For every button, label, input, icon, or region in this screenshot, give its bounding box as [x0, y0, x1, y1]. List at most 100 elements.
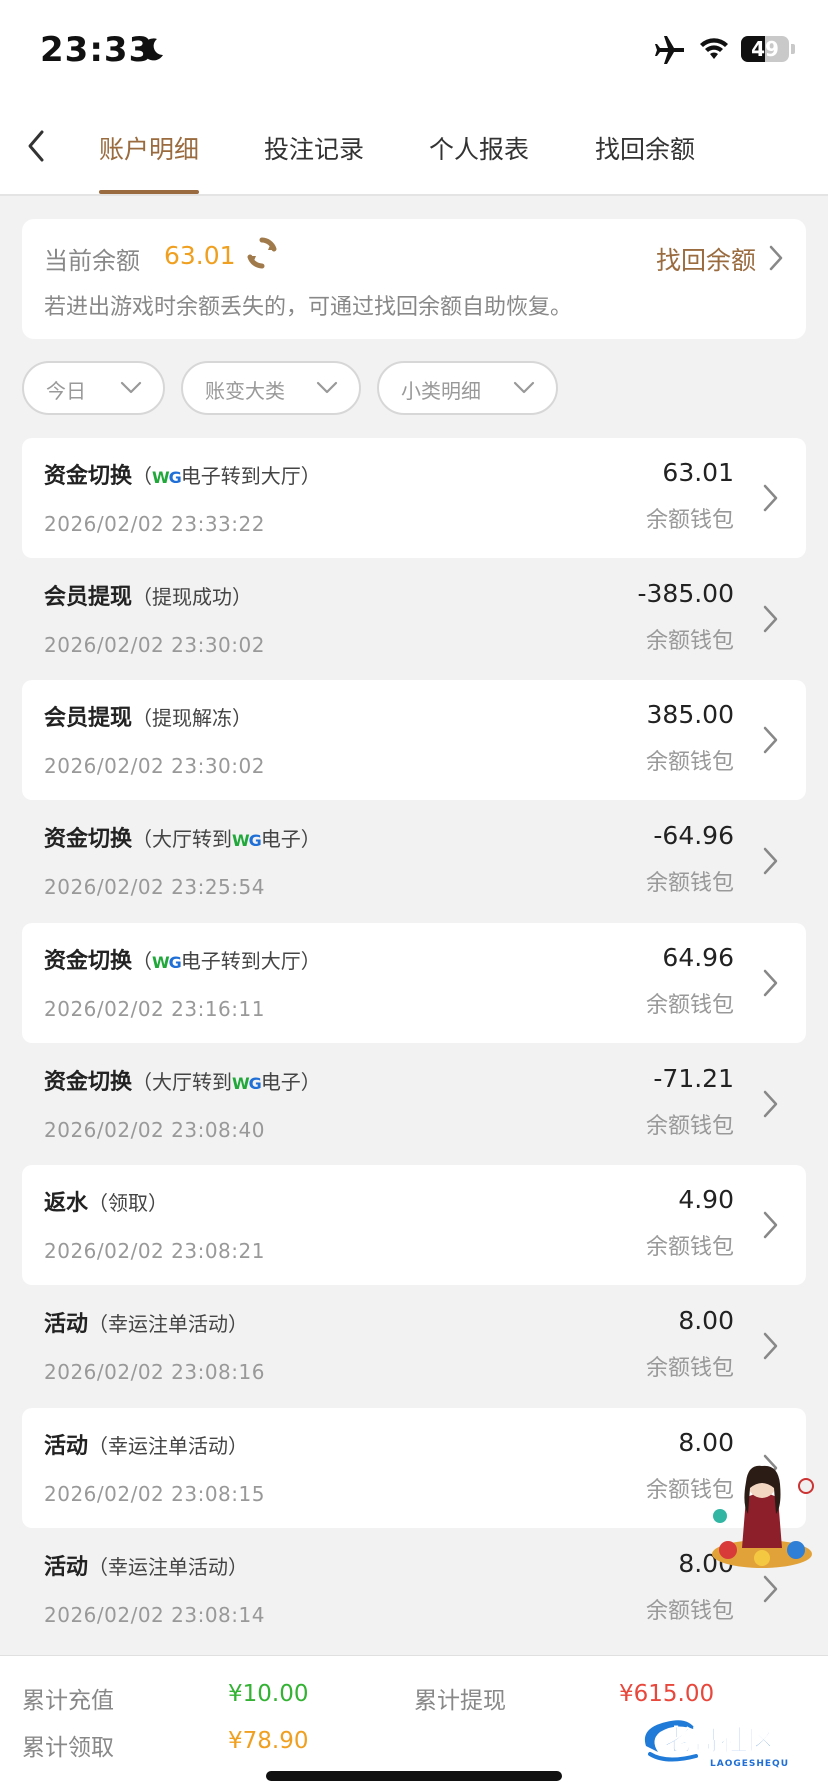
- wg-logo-icon: WG: [152, 468, 182, 487]
- status-time: 23:33: [40, 30, 154, 70]
- tab-personal-report[interactable]: 个人报表: [429, 130, 529, 166]
- balance-label: 当前余额: [44, 247, 140, 275]
- transaction-amount: 8.00: [678, 1428, 734, 1457]
- back-chevron-icon[interactable]: [22, 126, 52, 166]
- transaction-amount: 4.90: [678, 1185, 734, 1214]
- transaction-type: 资金切换: [44, 464, 133, 489]
- chevron-right-icon: [763, 726, 778, 754]
- transaction-detail: （大厅转到: [132, 1070, 233, 1094]
- transaction-detail: （幸运注单活动）: [88, 1434, 249, 1458]
- transaction-type: 资金切换: [44, 949, 133, 974]
- balance-card: 当前余额 63.01 找回余额 若进出游戏时余额丢失的，可通过找回余额自助恢复。: [22, 219, 806, 339]
- transaction-row[interactable]: 资金切换（WG电子转到大厅） 2026/02/02 23:16:11 64.96…: [22, 923, 806, 1043]
- transaction-type: 返水: [44, 1191, 89, 1216]
- transaction-row[interactable]: 返水（领取） 2026/02/02 23:08:21 4.90 余额钱包: [22, 1165, 806, 1285]
- chevron-right-icon: [763, 1211, 778, 1239]
- transaction-wallet: 余额钱包: [645, 1599, 734, 1624]
- recover-balance-link[interactable]: 找回余额: [656, 241, 756, 277]
- transaction-detail-suffix: 电子）: [260, 827, 321, 851]
- chevron-down-icon: [120, 381, 142, 394]
- battery-cap: [791, 44, 795, 54]
- transaction-row[interactable]: 活动（幸运注单活动） 2026/02/02 23:08:16 8.00 余额钱包: [22, 1286, 806, 1406]
- battery-percentage: 49: [751, 37, 779, 61]
- chevron-right-icon: [763, 484, 778, 512]
- transaction-amount: -385.00: [637, 579, 735, 608]
- transaction-type: 活动: [44, 1312, 89, 1337]
- transaction-row[interactable]: 会员提现（提现解冻） 2026/02/02 23:30:02 385.00 余额…: [22, 680, 806, 800]
- transaction-title: 返水（领取）: [44, 1185, 168, 1217]
- total-claim-label: 累计领取: [22, 1735, 114, 1761]
- transaction-amount: 63.01: [662, 458, 734, 487]
- transaction-amount: 64.96: [662, 943, 734, 972]
- wg-logo-icon: WG: [232, 831, 262, 850]
- transaction-type: 活动: [44, 1555, 89, 1580]
- chevron-right-icon[interactable]: [766, 243, 786, 273]
- transaction-date: 2026/02/02 23:30:02: [44, 633, 265, 657]
- transaction-detail-suffix: 电子转到大厅）: [180, 949, 321, 973]
- transaction-date: 2026/02/02 23:08:15: [44, 1482, 265, 1506]
- tab-bet-records[interactable]: 投注记录: [264, 130, 364, 166]
- transaction-wallet: 余额钱包: [645, 629, 734, 654]
- filter-category-label: 账变大类: [205, 379, 285, 403]
- transaction-wallet: 余额钱包: [645, 508, 734, 533]
- transaction-title: 活动（幸运注单活动）: [44, 1428, 248, 1460]
- transaction-title: 资金切换（大厅转到WG电子）: [44, 1064, 321, 1096]
- chevron-right-icon: [763, 847, 778, 875]
- transaction-date: 2026/02/02 23:08:40: [44, 1118, 265, 1142]
- transaction-title: 会员提现（提现成功）: [44, 579, 252, 611]
- transaction-date: 2026/02/02 23:16:11: [44, 997, 265, 1021]
- transaction-title: 会员提现（提现解冻）: [44, 700, 252, 732]
- refresh-icon[interactable]: [244, 235, 280, 271]
- transaction-row[interactable]: 资金切换（大厅转到WG电子） 2026/02/02 23:08:40 -71.2…: [22, 1044, 806, 1164]
- chevron-right-icon: [763, 1332, 778, 1360]
- wg-logo-icon: WG: [152, 953, 182, 972]
- transaction-detail: （幸运注单活动）: [88, 1312, 249, 1336]
- tab-account-details[interactable]: 账户明细: [99, 130, 199, 166]
- transaction-wallet: 余额钱包: [645, 993, 734, 1018]
- transaction-row[interactable]: 资金切换（大厅转到WG电子） 2026/02/02 23:25:54 -64.9…: [22, 801, 806, 921]
- transaction-detail: （领取）: [88, 1191, 169, 1215]
- chevron-right-icon: [763, 605, 778, 633]
- transaction-detail: （幸运注单活动）: [88, 1555, 249, 1579]
- transaction-title: 资金切换（WG电子转到大厅）: [44, 943, 321, 975]
- filter-date-label: 今日: [46, 379, 86, 403]
- transaction-open: （: [132, 949, 153, 973]
- balance-hint: 若进出游戏时余额丢失的，可通过找回余额自助恢复。: [44, 295, 573, 320]
- transaction-type: 会员提现: [44, 706, 133, 731]
- transaction-row[interactable]: 活动（幸运注单活动） 2026/02/02 23:08:15 8.00 余额钱包: [22, 1408, 806, 1528]
- transaction-date: 2026/02/02 23:08:14: [44, 1603, 265, 1627]
- transaction-wallet: 余额钱包: [645, 1356, 734, 1381]
- tab-recover-balance[interactable]: 找回余额: [595, 130, 695, 166]
- transaction-date: 2026/02/02 23:08:21: [44, 1239, 265, 1263]
- transaction-date: 2026/02/02 23:30:02: [44, 754, 265, 778]
- transaction-detail-suffix: 电子）: [260, 1070, 321, 1094]
- total-recharge-label: 累计充值: [22, 1688, 114, 1714]
- floating-promo-icon[interactable]: [706, 1458, 818, 1570]
- transaction-row[interactable]: 资金切换（WG电子转到大厅） 2026/02/02 23:33:22 63.01…: [22, 438, 806, 558]
- total-recharge-value: ¥10.00: [228, 1681, 309, 1707]
- transaction-type: 会员提现: [44, 585, 133, 610]
- wifi-icon: [700, 38, 728, 59]
- community-watermark-logo: 老哥社区 LAOGESHEQU: [644, 1720, 788, 1768]
- filter-category[interactable]: 账变大类: [181, 361, 361, 415]
- filter-subcategory[interactable]: 小类明细: [377, 361, 558, 415]
- transaction-date: 2026/02/02 23:08:16: [44, 1360, 265, 1384]
- transaction-detail-suffix: 电子转到大厅）: [180, 464, 321, 488]
- total-withdraw-label: 累计提现: [414, 1688, 506, 1714]
- transaction-row[interactable]: 活动（幸运注单活动） 2026/02/02 23:08:14 8.00 余额钱包: [22, 1529, 806, 1649]
- watermark-title: 老哥社区: [664, 1724, 776, 1757]
- filter-date[interactable]: 今日: [22, 361, 165, 415]
- transaction-amount: 8.00: [678, 1306, 734, 1335]
- transaction-detail: （提现解冻）: [132, 706, 253, 730]
- transaction-wallet: 余额钱包: [645, 1235, 734, 1260]
- chevron-right-icon: [763, 969, 778, 997]
- transaction-amount: -71.21: [653, 1064, 734, 1093]
- transaction-wallet: 余额钱包: [645, 871, 734, 896]
- airplane-icon: [655, 36, 684, 64]
- transaction-date: 2026/02/02 23:25:54: [44, 875, 265, 899]
- transaction-title: 活动（幸运注单活动）: [44, 1306, 248, 1338]
- chevron-right-icon: [763, 1575, 778, 1603]
- filter-subcategory-label: 小类明细: [401, 379, 481, 403]
- chevron-down-icon: [513, 381, 535, 394]
- transaction-row[interactable]: 会员提现（提现成功） 2026/02/02 23:30:02 -385.00 余…: [22, 559, 806, 679]
